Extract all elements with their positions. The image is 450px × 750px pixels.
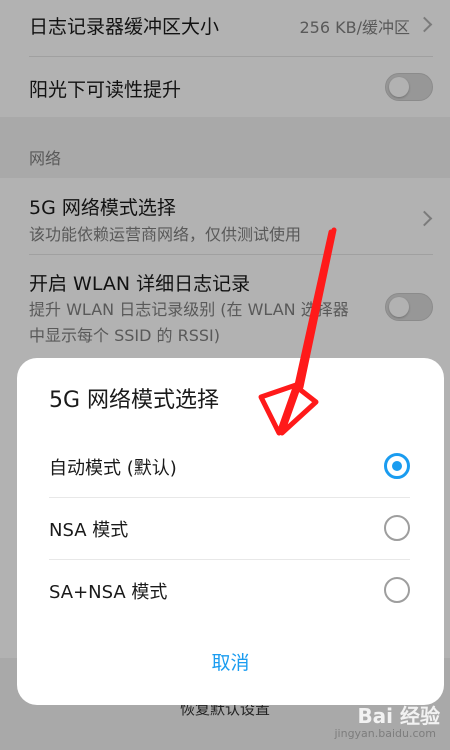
radio-dot — [392, 461, 402, 471]
option-sa-nsa-mode[interactable]: SA+NSA 模式 — [17, 560, 444, 622]
radio-unselected-icon[interactable] — [384, 577, 410, 603]
watermark-logo: Bai 经验 — [357, 704, 440, 728]
watermark: Bai 经验 jingyan.baidu.com — [330, 700, 440, 742]
cancel-button[interactable]: 取消 — [17, 648, 444, 675]
option-auto-mode[interactable]: 自动模式 (默认) — [17, 436, 444, 498]
watermark-url: jingyan.baidu.com — [334, 727, 436, 740]
dialog-title: 5G 网络模式选择 — [49, 388, 220, 413]
radio-unselected-icon[interactable] — [384, 515, 410, 541]
option-label: 自动模式 (默认) — [49, 458, 177, 479]
option-label: NSA 模式 — [49, 520, 129, 541]
option-label: SA+NSA 模式 — [49, 582, 168, 603]
radio-selected-icon[interactable] — [384, 453, 410, 479]
5g-mode-dialog: 5G 网络模式选择 自动模式 (默认) NSA 模式 SA+NSA 模式 取消 — [17, 358, 444, 705]
option-nsa-mode[interactable]: NSA 模式 — [17, 498, 444, 560]
